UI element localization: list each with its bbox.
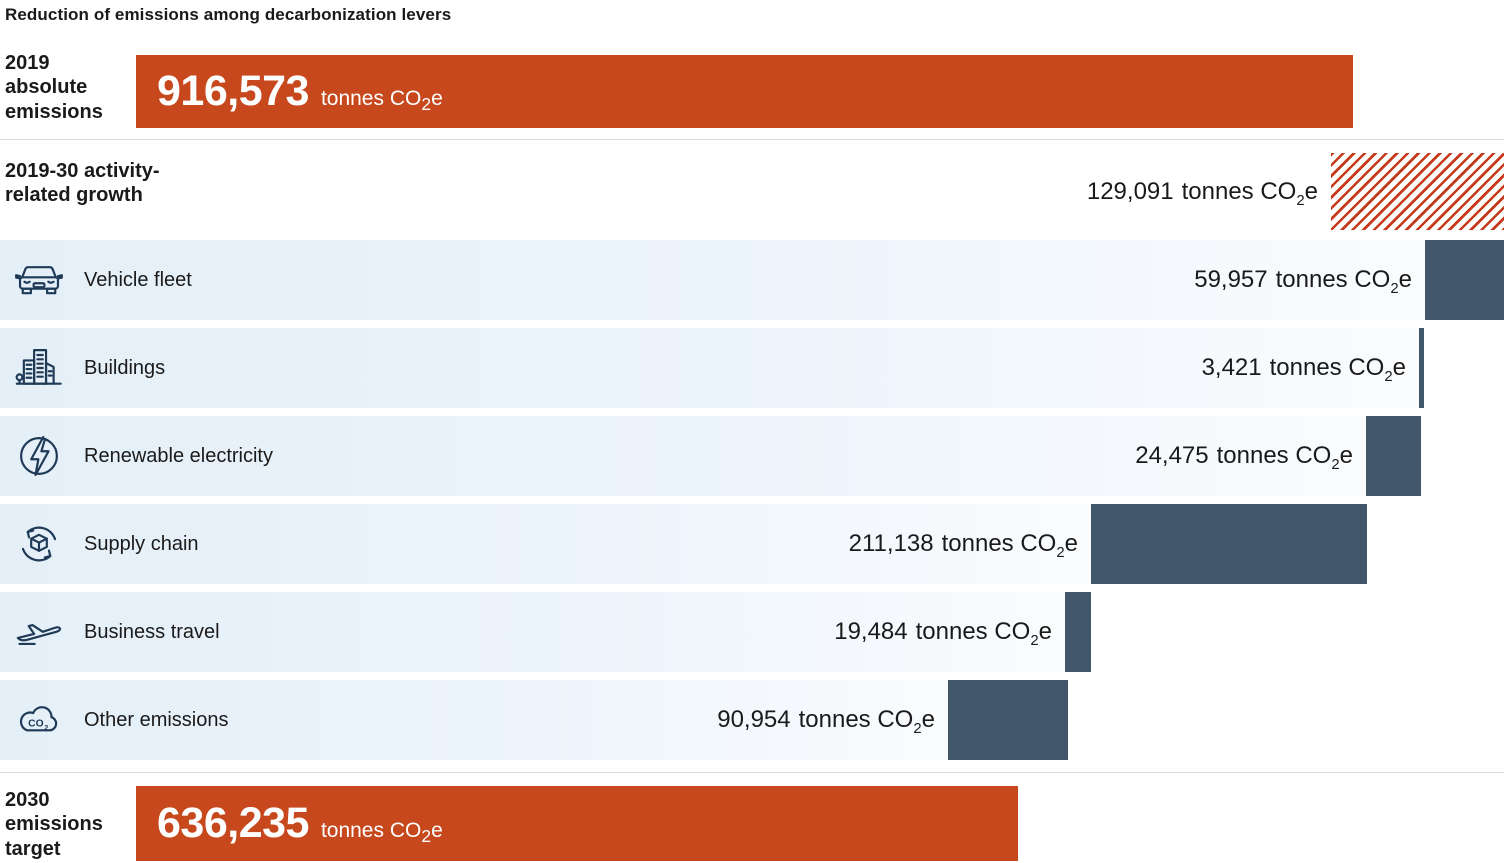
start-unit: tonnes CO2e — [321, 87, 443, 110]
lever-value: 59,957tonnes CO2e — [0, 240, 1412, 320]
waterfall-chart: Reduction of emissions among decarboniza… — [0, 0, 1504, 863]
lever-row-buildings: Buildings 3,421tonnes CO2e — [0, 328, 1504, 408]
lever-row-supply-chain: Supply chain 211,138tonnes CO2e — [0, 504, 1504, 584]
lever-value: 211,138tonnes CO2e — [0, 504, 1078, 584]
section-divider-top — [0, 139, 1504, 140]
lever-row-other-emissions: CO 2 Other emissions 90,954tonnes CO2e — [0, 680, 1504, 760]
lever-value: 90,954tonnes CO2e — [0, 680, 935, 760]
lever-row-vehicle-fleet: Vehicle fleet 59,957tonnes CO2e — [0, 240, 1504, 320]
end-unit: tonnes CO2e — [321, 819, 443, 842]
bar-2019-absolute-emissions: 916,573 tonnes CO2e — [136, 55, 1353, 128]
start-value: 916,573 — [157, 67, 309, 115]
end-value: 636,235 — [157, 799, 309, 847]
bar-other-emissions — [948, 680, 1068, 760]
lever-value: 24,475tonnes CO2e — [0, 416, 1353, 496]
end-row-label: 2030 emissions target — [5, 788, 123, 861]
growth-value: 129,091tonnes CO2e — [0, 153, 1318, 230]
bar-vehicle-fleet — [1425, 240, 1504, 320]
lever-row-renewable-electricity: Renewable electricity 24,475tonnes CO2e — [0, 416, 1504, 496]
chart-title: Reduction of emissions among decarboniza… — [5, 5, 451, 25]
start-row-label: 2019 absolute emissions — [5, 51, 123, 124]
lever-value: 19,484tonnes CO2e — [0, 592, 1052, 672]
bar-supply-chain — [1091, 504, 1367, 584]
bar-renewable-electricity — [1366, 416, 1421, 496]
section-divider-bottom — [0, 772, 1504, 773]
lever-value: 3,421tonnes CO2e — [0, 328, 1406, 408]
bar-business-travel — [1065, 592, 1091, 672]
lever-row-business-travel: Business travel 19,484tonnes CO2e — [0, 592, 1504, 672]
bar-activity-growth-hatched — [1331, 153, 1504, 230]
bar-buildings — [1419, 328, 1424, 408]
bar-2030-emissions-target: 636,235 tonnes CO2e — [136, 786, 1018, 861]
